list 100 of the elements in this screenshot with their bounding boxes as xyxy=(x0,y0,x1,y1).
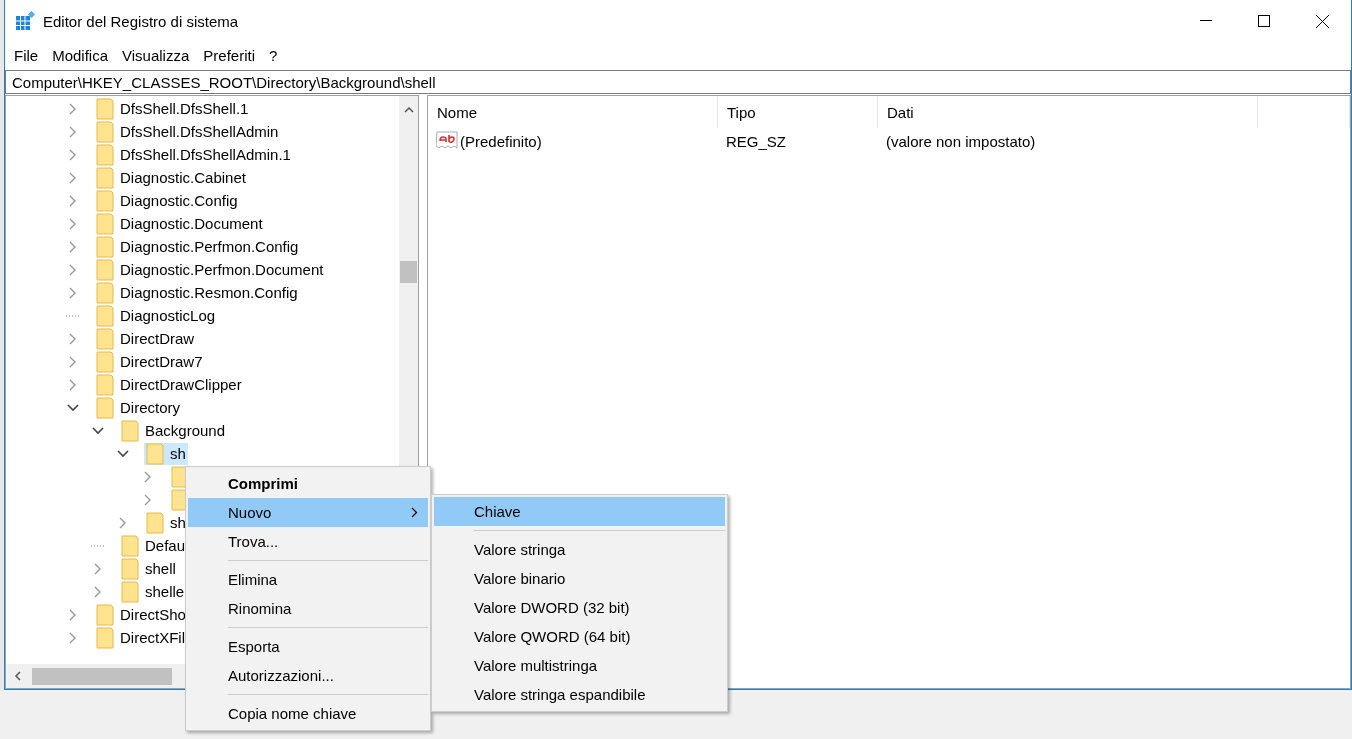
tree-node[interactable]: Diagnostic.Perfmon.Config xyxy=(94,235,301,258)
expand-chevron-icon[interactable] xyxy=(69,355,77,368)
expand-chevron-icon[interactable] xyxy=(69,217,77,230)
expand-chevron-icon[interactable] xyxy=(69,194,77,207)
scrollbar-thumb[interactable] xyxy=(400,261,417,283)
maximize-icon xyxy=(1258,15,1270,27)
menu-item[interactable]: File xyxy=(9,46,48,64)
string-value-icon xyxy=(436,131,458,151)
expand-chevron-icon[interactable] xyxy=(119,516,127,529)
registry-app-icon xyxy=(15,11,35,31)
expand-chevron-icon[interactable] xyxy=(69,240,77,253)
menu-item[interactable]: Elimina xyxy=(188,565,428,594)
tree-node[interactable]: Defau xyxy=(119,534,188,557)
scrollbar-thumb[interactable] xyxy=(32,667,172,685)
folder-icon xyxy=(121,534,139,557)
expand-chevron-icon[interactable] xyxy=(69,332,77,345)
menu-item[interactable]: Valore QWORD (64 bit) xyxy=(434,622,725,651)
menu-item[interactable]: Valore stringa xyxy=(434,535,725,564)
tree-node[interactable]: sh xyxy=(144,511,188,534)
expand-chevron-icon[interactable] xyxy=(69,148,77,161)
expand-chevron-icon[interactable] xyxy=(69,378,77,391)
folder-icon xyxy=(96,97,114,120)
expand-chevron-icon[interactable] xyxy=(69,631,77,644)
tree-node[interactable]: DirectDraw xyxy=(94,327,197,350)
folder-icon xyxy=(96,189,114,212)
expand-chevron-icon[interactable] xyxy=(69,171,77,184)
folder-icon xyxy=(121,557,139,580)
menu-item[interactable]: Valore binario xyxy=(434,564,725,593)
collapse-chevron-icon[interactable] xyxy=(117,449,129,458)
menu-item[interactable]: Valore multistringa xyxy=(434,651,725,680)
folder-icon xyxy=(96,281,114,304)
folder-icon xyxy=(146,511,164,534)
menu-item[interactable]: Copia nome chiave xyxy=(188,699,428,728)
menu-item[interactable]: Valore stringa espandibile xyxy=(434,680,725,709)
expand-chevron-icon[interactable] xyxy=(69,102,77,115)
folder-icon xyxy=(96,327,114,350)
tree-node[interactable]: Diagnostic.Resmon.Config xyxy=(94,281,300,304)
folder-icon xyxy=(96,120,114,143)
tree-node[interactable]: DirectDraw7 xyxy=(94,350,205,373)
menu-item[interactable]: Chiave xyxy=(434,497,725,526)
tree-node[interactable]: sh xyxy=(144,442,188,465)
folder-icon xyxy=(96,304,114,327)
menu-item[interactable]: Nuovo xyxy=(188,498,428,527)
tree-node[interactable]: shelle xyxy=(119,580,187,603)
column-header[interactable]: Nome xyxy=(428,96,718,128)
window-title: Editor del Registro di sistema xyxy=(43,12,240,30)
menu-item[interactable]: Rinomina xyxy=(188,594,428,623)
expand-chevron-icon[interactable] xyxy=(69,286,77,299)
tree-node[interactable]: DiagnosticLog xyxy=(94,304,218,327)
menu-item[interactable]: Preferiti xyxy=(198,46,264,64)
folder-icon xyxy=(96,396,114,419)
tree-node[interactable]: DfsShell.DfsShellAdmin xyxy=(94,120,281,143)
folder-icon xyxy=(96,143,114,166)
expand-chevron-icon[interactable] xyxy=(144,470,152,483)
tree-node[interactable]: Diagnostic.Config xyxy=(94,189,240,212)
folder-icon xyxy=(96,235,114,258)
tree-node[interactable]: Directory xyxy=(94,396,182,419)
expand-chevron-icon[interactable] xyxy=(94,562,102,575)
tree-node[interactable]: Diagnostic.Cabinet xyxy=(94,166,248,189)
tree-node[interactable]: DfsShell.DfsShellAdmin.1 xyxy=(94,143,293,166)
tree-node[interactable]: Diagnostic.Perfmon.Document xyxy=(94,258,326,281)
tree-node[interactable]: shell xyxy=(119,557,178,580)
expand-chevron-icon[interactable] xyxy=(69,125,77,138)
folder-icon xyxy=(96,258,114,281)
folder-icon xyxy=(96,626,114,649)
submenu-chevron-icon xyxy=(411,507,418,518)
folder-icon xyxy=(96,212,114,235)
folder-icon xyxy=(96,350,114,373)
folder-icon xyxy=(146,442,164,465)
menu-item[interactable]: Comprimi xyxy=(188,469,428,498)
menu-item[interactable]: Esporta xyxy=(188,632,428,661)
menu-item[interactable]: Valore DWORD (32 bit) xyxy=(434,593,725,622)
column-header[interactable]: Dati xyxy=(878,96,1258,128)
menu-item[interactable]: Visualizza xyxy=(117,46,199,64)
folder-icon xyxy=(96,373,114,396)
address-field[interactable]: Computer\HKEY_CLASSES_ROOT\Directory\Background\shell xyxy=(5,70,1351,94)
minimize-icon xyxy=(1200,20,1212,22)
collapse-chevron-icon[interactable] xyxy=(92,426,104,435)
tree-node[interactable]: DirectXFil xyxy=(94,626,187,649)
folder-icon xyxy=(121,580,139,603)
menu-item[interactable]: Modifica xyxy=(47,46,118,64)
expand-chevron-icon[interactable] xyxy=(69,608,77,621)
tree-node[interactable]: DirectSho xyxy=(94,603,188,626)
tree-node[interactable]: DfsShell.DfsShell.1 xyxy=(94,97,251,120)
collapse-chevron-icon[interactable] xyxy=(67,403,79,412)
expand-chevron-icon[interactable] xyxy=(69,263,77,276)
tree-node[interactable]: Background xyxy=(119,419,228,442)
column-header[interactable]: Tipo xyxy=(718,96,878,128)
expand-chevron-icon[interactable] xyxy=(94,585,102,598)
expand-chevron-icon[interactable] xyxy=(144,493,152,506)
table-cell-text: (valore non impostato) xyxy=(885,132,1037,150)
menu-item[interactable]: ? xyxy=(264,46,287,64)
tree-node[interactable]: Diagnostic.Document xyxy=(94,212,265,235)
folder-icon xyxy=(121,419,139,442)
menu-item[interactable]: Autorizzazioni... xyxy=(188,661,428,690)
tree-node[interactable]: DirectDrawClipper xyxy=(94,373,244,396)
folder-icon xyxy=(96,603,114,626)
table-cell-text: REG_SZ xyxy=(725,132,787,150)
table-cell: (Predefinito) xyxy=(428,131,718,151)
menu-item[interactable]: Trova... xyxy=(188,527,428,556)
